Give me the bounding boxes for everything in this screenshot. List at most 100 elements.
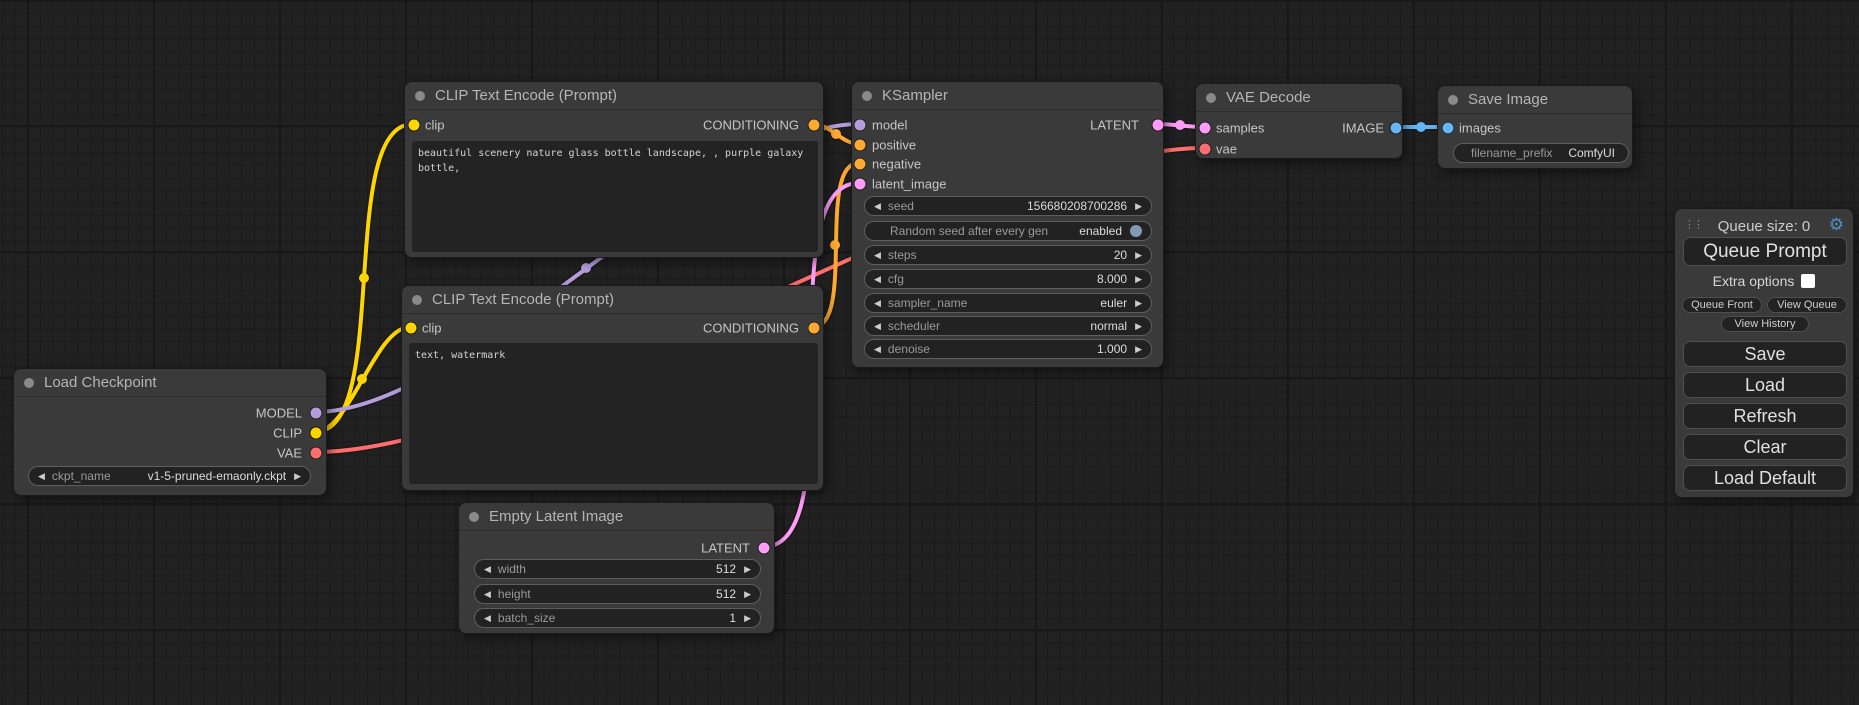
output-slot-latent[interactable] <box>759 543 770 554</box>
widget-label: height <box>498 587 531 601</box>
widget-width[interactable]: ◀ width 512 ▶ <box>474 559 761 579</box>
collapse-icon[interactable] <box>415 91 425 101</box>
widget-value: 20 <box>1114 248 1127 262</box>
node-vae-decode: VAE Decode samples vae IMAGE <box>1195 83 1403 159</box>
output-slot-latent[interactable] <box>1153 120 1164 131</box>
input-slot-clip[interactable] <box>409 120 420 131</box>
left-arrow-icon[interactable]: ◀ <box>874 251 881 260</box>
output-label-conditioning: CONDITIONING <box>703 321 799 336</box>
right-arrow-icon[interactable]: ▶ <box>1135 202 1142 211</box>
widget-height[interactable]: ◀ height 512 ▶ <box>474 584 761 604</box>
widget-value: v1-5-pruned-emaonly.ckpt <box>148 469 287 483</box>
widget-batch-size[interactable]: ◀ batch_size 1 ▶ <box>474 608 761 628</box>
node-titlebar[interactable]: CLIP Text Encode (Prompt) <box>405 82 823 110</box>
node-titlebar[interactable]: Save Image <box>1438 86 1632 114</box>
right-arrow-icon[interactable]: ▶ <box>1135 299 1142 308</box>
left-arrow-icon[interactable]: ◀ <box>484 565 491 574</box>
output-label-image: IMAGE <box>1342 121 1384 136</box>
left-arrow-icon[interactable]: ◀ <box>874 202 881 211</box>
output-slot-vae[interactable] <box>311 448 322 459</box>
output-slot-clip[interactable] <box>311 428 322 439</box>
collapse-icon[interactable] <box>412 295 422 305</box>
widget-value: normal <box>1090 319 1127 333</box>
link-midpoint-dot <box>1175 120 1185 130</box>
right-arrow-icon[interactable]: ▶ <box>1135 251 1142 260</box>
widget-scheduler[interactable]: ◀ scheduler normal ▶ <box>864 316 1152 336</box>
node-titlebar[interactable]: VAE Decode <box>1196 84 1402 112</box>
collapse-icon[interactable] <box>862 91 872 101</box>
right-arrow-icon[interactable]: ▶ <box>294 472 301 481</box>
right-arrow-icon[interactable]: ▶ <box>1135 275 1142 284</box>
node-load-checkpoint: Load Checkpoint MODEL CLIP VAE ◀ ckpt_na… <box>13 368 327 496</box>
view-queue-button[interactable]: View Queue <box>1767 297 1847 313</box>
input-slot-latent-image[interactable] <box>855 179 866 190</box>
right-arrow-icon[interactable]: ▶ <box>1135 345 1142 354</box>
output-label-clip: CLIP <box>273 426 302 441</box>
collapse-icon[interactable] <box>1448 95 1458 105</box>
left-arrow-icon[interactable]: ◀ <box>484 590 491 599</box>
view-history-button[interactable]: View History <box>1721 316 1809 332</box>
widget-value: 512 <box>716 587 736 601</box>
link-midpoint-dot <box>1416 122 1426 132</box>
output-slot-image[interactable] <box>1391 123 1402 134</box>
node-titlebar[interactable]: Load Checkpoint <box>14 369 326 397</box>
input-slot-samples[interactable] <box>1200 123 1211 134</box>
toggle-icon[interactable] <box>1130 225 1142 237</box>
output-slot-model[interactable] <box>311 408 322 419</box>
queue-prompt-button[interactable]: Queue Prompt <box>1683 237 1847 266</box>
node-title: VAE Decode <box>1226 89 1311 106</box>
output-label-latent: LATENT <box>701 541 750 556</box>
load-button[interactable]: Load <box>1683 372 1847 398</box>
node-titlebar[interactable]: CLIP Text Encode (Prompt) <box>402 286 823 314</box>
input-slot-negative[interactable] <box>855 159 866 170</box>
input-slot-clip[interactable] <box>406 323 417 334</box>
gear-icon[interactable]: ⚙ <box>1829 215 1844 235</box>
load-default-button[interactable]: Load Default <box>1683 465 1847 491</box>
output-slot-conditioning[interactable] <box>809 120 820 131</box>
node-title: Empty Latent Image <box>489 508 623 525</box>
left-arrow-icon[interactable]: ◀ <box>484 614 491 623</box>
node-ksampler: KSampler model positive negative latent_… <box>851 81 1164 368</box>
extra-options-label: Extra options <box>1713 273 1795 289</box>
left-arrow-icon[interactable]: ◀ <box>874 345 881 354</box>
queue-size-label: Queue size: 0 <box>1675 218 1853 235</box>
widget-sampler-name[interactable]: ◀ sampler_name euler ▶ <box>864 293 1152 313</box>
prompt-textarea[interactable]: beautiful scenery nature glass bottle la… <box>412 141 818 252</box>
widget-value: 156680208700286 <box>1027 199 1127 213</box>
widget-seed[interactable]: ◀ seed 156680208700286 ▶ <box>864 196 1152 216</box>
right-arrow-icon[interactable]: ▶ <box>1135 322 1142 331</box>
widget-denoise[interactable]: ◀ denoise 1.000 ▶ <box>864 339 1152 359</box>
widget-label: denoise <box>888 342 930 356</box>
output-slot-conditioning[interactable] <box>809 323 820 334</box>
input-slot-vae[interactable] <box>1200 144 1211 155</box>
collapse-icon[interactable] <box>469 512 479 522</box>
clear-button[interactable]: Clear <box>1683 434 1847 460</box>
input-slot-model[interactable] <box>855 120 866 131</box>
right-arrow-icon[interactable]: ▶ <box>744 614 751 623</box>
link-midpoint-dot <box>831 129 841 139</box>
left-arrow-icon[interactable]: ◀ <box>874 275 881 284</box>
widget-steps[interactable]: ◀ steps 20 ▶ <box>864 245 1152 265</box>
node-titlebar[interactable]: Empty Latent Image <box>459 503 774 531</box>
input-slot-positive[interactable] <box>855 140 866 151</box>
widget-cfg[interactable]: ◀ cfg 8.000 ▶ <box>864 269 1152 289</box>
save-button[interactable]: Save <box>1683 341 1847 367</box>
right-arrow-icon[interactable]: ▶ <box>744 590 751 599</box>
input-slot-images[interactable] <box>1443 123 1454 134</box>
widget-ckpt-name[interactable]: ◀ ckpt_name v1-5-pruned-emaonly.ckpt ▶ <box>28 466 311 486</box>
extra-options-checkbox[interactable] <box>1801 274 1815 288</box>
prompt-textarea[interactable]: text, watermark <box>409 343 818 484</box>
left-arrow-icon[interactable]: ◀ <box>874 299 881 308</box>
widget-random-seed[interactable]: Random seed after every gen enabled <box>864 221 1152 241</box>
collapse-icon[interactable] <box>1206 93 1216 103</box>
node-graph-canvas[interactable]: Load Checkpoint MODEL CLIP VAE ◀ ckpt_na… <box>0 0 1859 705</box>
widget-filename-prefix[interactable]: filename_prefix ComfyUI <box>1453 143 1629 163</box>
node-titlebar[interactable]: KSampler <box>852 82 1163 110</box>
right-arrow-icon[interactable]: ▶ <box>744 565 751 574</box>
left-arrow-icon[interactable]: ◀ <box>38 472 45 481</box>
widget-value: 512 <box>716 562 736 576</box>
refresh-button[interactable]: Refresh <box>1683 403 1847 429</box>
queue-front-button[interactable]: Queue Front <box>1682 297 1762 313</box>
collapse-icon[interactable] <box>24 378 34 388</box>
left-arrow-icon[interactable]: ◀ <box>874 322 881 331</box>
